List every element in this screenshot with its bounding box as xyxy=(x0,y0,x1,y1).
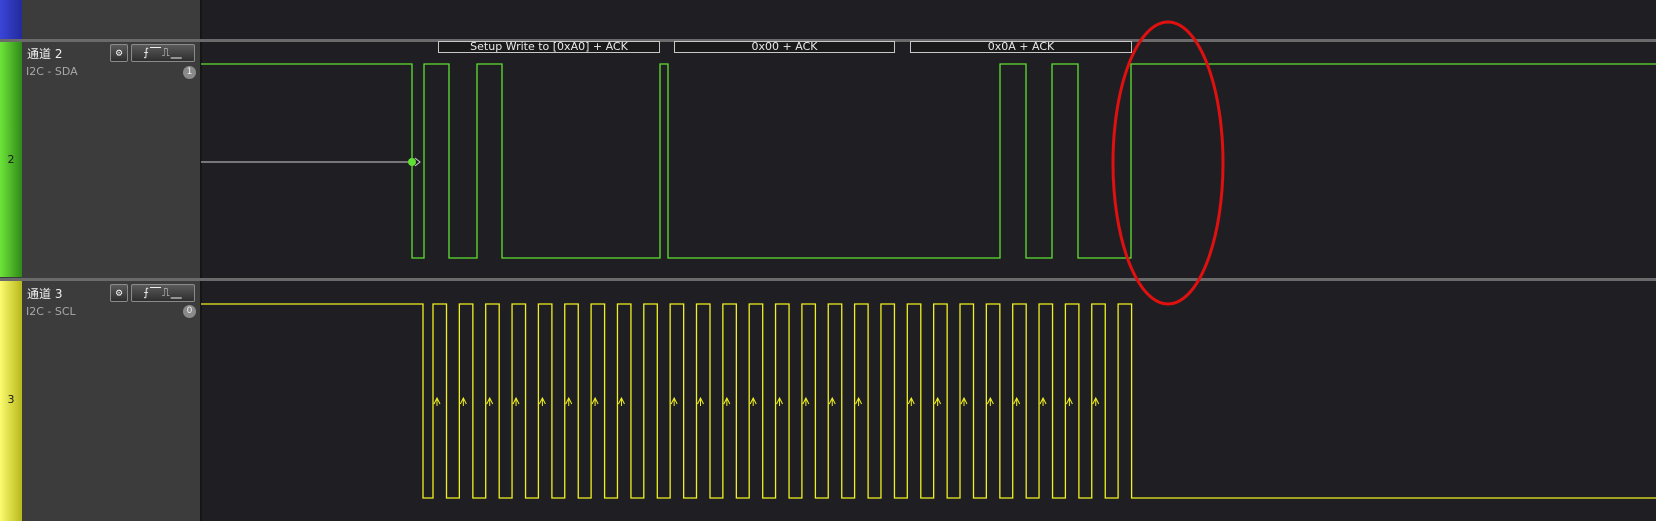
rising-edge-arrow-icon xyxy=(538,396,546,406)
rising-edge-arrow-icon xyxy=(486,396,494,406)
rising-edge-arrow-icon xyxy=(1039,396,1047,406)
rising-edge-arrow-icon xyxy=(907,396,915,406)
scl-waveform xyxy=(201,303,1656,499)
rising-edge-arrow-icon xyxy=(1013,396,1021,406)
rising-edge-arrow-icon xyxy=(723,396,731,406)
scl-rising-edge-markers xyxy=(433,396,1100,406)
rising-edge-arrow-icon xyxy=(828,396,836,406)
rising-edge-arrow-icon xyxy=(433,396,441,406)
waveform-area[interactable] xyxy=(0,0,1656,521)
rising-edge-arrow-icon xyxy=(565,396,573,406)
rising-edge-arrow-icon xyxy=(986,396,994,406)
rising-edge-arrow-icon xyxy=(670,396,678,406)
rising-edge-arrow-icon xyxy=(934,396,942,406)
rising-edge-arrow-icon xyxy=(512,396,520,406)
rising-edge-arrow-icon xyxy=(618,396,625,406)
rising-edge-arrow-icon xyxy=(697,396,704,406)
rising-edge-arrow-icon xyxy=(960,396,968,406)
rising-edge-arrow-icon xyxy=(776,396,783,406)
rising-edge-arrow-icon xyxy=(459,396,467,406)
rising-edge-arrow-icon xyxy=(1065,396,1073,406)
rising-edge-arrow-icon xyxy=(855,396,863,406)
rising-edge-arrow-icon xyxy=(802,396,810,406)
rising-edge-arrow-icon xyxy=(591,396,599,406)
rising-edge-arrow-icon xyxy=(749,396,757,406)
rising-edge-arrow-icon xyxy=(1092,396,1100,406)
